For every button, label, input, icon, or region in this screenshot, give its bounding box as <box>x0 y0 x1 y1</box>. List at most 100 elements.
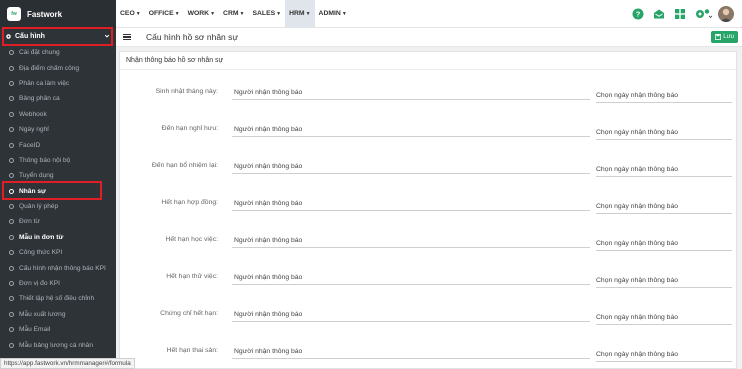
sidebar-item-label: Mẫu xuất lương <box>19 310 66 318</box>
date-select[interactable]: Chọn ngày nhận thông báo <box>596 310 732 325</box>
caret-down-icon: ▼ <box>210 10 216 17</box>
sidebar-item-leave-management[interactable]: Quản lý phép <box>0 199 116 214</box>
sidebar-item-label: Ngày nghỉ <box>19 126 49 134</box>
brand[interactable]: fw Fastwork <box>0 0 116 28</box>
highlight-config-section <box>2 27 113 46</box>
date-select[interactable]: Chọn ngày nhận thông báo <box>596 162 732 177</box>
form-row: Chứng chỉ hết hạn: Người nhận thông báo … <box>120 305 736 325</box>
nav-office[interactable]: OFFICE ▼ <box>145 0 184 28</box>
circle-icon <box>9 204 14 210</box>
date-select[interactable]: Chọn ngày nhận thông báo <box>596 273 732 288</box>
sidebar-item-label: Thiết lập hệ số điều chỉnh <box>19 295 95 303</box>
date-select[interactable]: Chọn ngày nhận thông báo <box>596 88 732 103</box>
logo-text: fw <box>11 11 17 17</box>
top-nav: CEO ▼ OFFICE ▼ WORK ▼ CRM ▼ SALES ▼ HRM ▼ ADMI… <box>116 0 742 28</box>
circle-icon <box>9 327 14 333</box>
sidebar-item-shift-assignment[interactable]: Phân ca làm việc <box>0 76 116 91</box>
brand-name: Fastwork <box>27 9 63 19</box>
sidebar-item-label: Tuyển dụng <box>19 172 54 180</box>
panel-title: Nhận thông báo hồ sơ nhân sự <box>120 52 736 70</box>
nav-label: HRM <box>289 10 305 17</box>
recipient-input[interactable]: Người nhận thông báo <box>232 85 590 100</box>
circle-icon <box>9 219 14 225</box>
circle-icon <box>9 173 14 179</box>
save-button[interactable]: Lưu <box>711 31 738 43</box>
recipient-input[interactable]: Người nhận thông báo <box>232 344 590 359</box>
sidebar-item-email-template[interactable]: Mẫu Email <box>0 322 116 337</box>
svg-text:?: ? <box>635 10 640 19</box>
sidebar-item-request-print-template[interactable]: Mẫu in đơn từ <box>0 230 116 245</box>
sidebar-item-webhook[interactable]: Webhook <box>0 107 116 122</box>
scrollbar[interactable] <box>738 47 742 369</box>
nav-ceo[interactable]: CEO ▼ <box>116 0 145 28</box>
circle-icon <box>9 234 14 240</box>
save-button-label: Lưu <box>723 34 734 40</box>
caret-down-icon: ▼ <box>276 10 282 17</box>
circle-icon <box>9 142 14 148</box>
recipient-input[interactable]: Người nhận thông báo <box>232 233 590 248</box>
nav-crm[interactable]: CRM ▼ <box>219 0 248 28</box>
help-icon[interactable]: ? <box>631 8 644 21</box>
sidebar-item-personal-payslip-template[interactable]: Mẫu bảng lương cá nhân <box>0 337 116 352</box>
hamburger-menu-icon[interactable] <box>123 32 131 42</box>
circle-icon <box>9 265 14 271</box>
date-select[interactable]: Chọn ngày nhận thông báo <box>596 199 732 214</box>
circle-icon <box>9 157 14 163</box>
page-title: Cấu hình hồ sơ nhân sự <box>146 32 239 42</box>
sidebar-item-shift-table[interactable]: Bảng phân ca <box>0 91 116 106</box>
sidebar-item-holidays[interactable]: Ngày nghỉ <box>0 122 116 137</box>
save-icon <box>715 34 722 40</box>
sidebar-item-kpi-formula[interactable]: Công thức KPI <box>0 245 116 260</box>
mail-icon[interactable] <box>652 8 665 21</box>
recipient-input[interactable]: Người nhận thông báo <box>232 270 590 285</box>
sidebar-item-label: Đơn từ <box>19 218 40 226</box>
form-row: Hết hạn hợp đồng: Người nhận thông báo C… <box>120 194 736 214</box>
apps-grid-icon[interactable] <box>673 8 686 21</box>
nav-hrm[interactable]: HRM ▼ <box>285 0 315 28</box>
nav-work[interactable]: WORK ▼ <box>184 0 219 28</box>
sidebar-item-label: Mẫu bảng lương cá nhân <box>19 341 93 349</box>
user-avatar[interactable] <box>718 6 734 22</box>
sidebar-item-salary-export-template[interactable]: Mẫu xuất lương <box>0 307 116 322</box>
sidebar-item-label: Cấu hình nhận thông báo KPI <box>19 264 106 272</box>
sidebar-item-kpi-unit[interactable]: Đơn vị đo KPI <box>0 276 116 291</box>
sidebar-item-kpi-notification-config[interactable]: Cấu hình nhận thông báo KPI <box>0 260 116 275</box>
recipient-input[interactable]: Người nhận thông báo <box>232 196 590 211</box>
status-bar-url: https://app.fastwork.vn/hrmmanager#/form… <box>0 358 135 369</box>
sidebar-item-label: Mẫu Email <box>19 326 51 334</box>
recipient-input[interactable]: Người nhận thông báo <box>232 307 590 322</box>
page-header: Cấu hình hồ sơ nhân sự Lưu <box>116 28 742 47</box>
row-label: Sinh nhật tháng này: <box>155 88 218 95</box>
circle-icon <box>9 50 14 56</box>
sidebar-item-label: Đơn vị đo KPI <box>19 280 60 288</box>
circle-icon <box>9 342 14 348</box>
recipient-input[interactable]: Người nhận thông báo <box>232 159 590 174</box>
sidebar-item-label: Quản lý phép <box>19 203 59 211</box>
nav-label: CEO <box>120 10 135 17</box>
form-row: Hết hạn học việc: Người nhận thông báo C… <box>120 231 736 251</box>
sidebar-item-label: Cài đặt chung <box>19 49 60 57</box>
nav-icon-group: ? <box>623 0 742 28</box>
circle-icon <box>9 281 14 287</box>
form-row: Hết hạn thử việc: Người nhận thông báo C… <box>120 268 736 288</box>
sidebar-item-label: Thông báo nội bộ <box>19 156 71 164</box>
date-select[interactable]: Chọn ngày nhận thông báo <box>596 236 732 251</box>
date-select[interactable]: Chọn ngày nhận thông báo <box>596 347 732 362</box>
sidebar-item-attendance-location[interactable]: Địa điểm chấm công <box>0 60 116 75</box>
sidebar-item-adjustment-coefficient[interactable]: Thiết lập hệ số điều chỉnh <box>0 291 116 306</box>
sidebar-item-requests[interactable]: Đơn từ <box>0 214 116 229</box>
content-area: Nhận thông báo hồ sơ nhân sự Sinh nhật t… <box>116 47 742 369</box>
row-label: Đến hạn bổ nhiệm lại: <box>151 162 218 169</box>
recipient-input[interactable]: Người nhận thông báo <box>232 122 590 137</box>
nav-admin[interactable]: ADMIN ▼ <box>315 0 351 28</box>
sidebar-item-faceid[interactable]: FaceID <box>0 137 116 152</box>
date-select[interactable]: Chọn ngày nhận thông báo <box>596 125 732 140</box>
settings-icon[interactable] <box>694 8 712 21</box>
row-label: Đến hạn nghỉ hưu: <box>161 125 218 132</box>
sidebar-item-internal-notice[interactable]: Thông báo nội bộ <box>0 153 116 168</box>
row-label: Hết hạn hợp đồng: <box>161 199 218 206</box>
row-label: Chứng chỉ hết hạn: <box>160 310 218 317</box>
sidebar-item-general-settings[interactable]: Cài đặt chung <box>0 45 116 60</box>
nav-label: OFFICE <box>148 10 174 17</box>
nav-sales[interactable]: SALES ▼ <box>248 0 285 28</box>
